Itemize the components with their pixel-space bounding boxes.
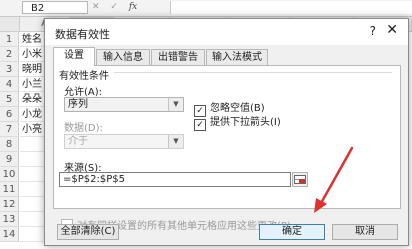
data-validation-dialog: 数据有效性 ? ✕ 设置 输入信息 出错警告 输入法模式 有效性条件 允许(A)… (44, 18, 409, 246)
row-header[interactable]: 3 (0, 62, 19, 77)
cell-a4[interactable]: 小兰 (20, 77, 44, 92)
dialog-title: 数据有效性 (55, 28, 110, 41)
row-header[interactable]: 12 (0, 197, 19, 212)
allow-label: 允许(A): (64, 87, 103, 98)
dialog-title-bar[interactable]: 数据有效性 ? ✕ (45, 19, 408, 45)
row-header[interactable]: 8 (0, 137, 19, 152)
cancel-button[interactable]: 取消 (332, 224, 398, 240)
tab-input-message[interactable]: 输入信息 (96, 49, 150, 65)
cancel-icon[interactable]: ✕ (92, 2, 100, 12)
cell-a14[interactable] (20, 227, 44, 242)
row-header[interactable]: 7 (0, 122, 19, 137)
cell-a7[interactable]: 小亮 (20, 122, 44, 137)
in-cell-dropdown-label: 提供下拉箭头(I) (210, 117, 281, 128)
in-cell-dropdown-option[interactable]: ✓ 提供下拉箭头(I) (194, 113, 281, 131)
row-header[interactable]: 9 (0, 152, 19, 167)
cell-a9[interactable] (20, 152, 44, 167)
in-cell-dropdown-checkbox[interactable]: ✓ (194, 119, 206, 131)
close-icon[interactable]: ✕ (386, 22, 398, 38)
row-header[interactable]: 1 (0, 32, 19, 47)
row-header[interactable]: 11 (0, 182, 19, 197)
data-select: 介于 ▼ (64, 134, 184, 149)
allow-select-value: 序列 (68, 99, 88, 110)
row-header[interactable]: 4 (0, 77, 19, 92)
cell-a2[interactable]: 小米 (20, 47, 44, 62)
row-header[interactable]: 13 (0, 212, 19, 227)
clear-all-button[interactable]: 全部清除(C) (57, 224, 119, 240)
cell-a6[interactable]: 小龙 (20, 107, 44, 122)
name-box[interactable]: B2 (22, 1, 88, 14)
help-icon[interactable]: ? (370, 24, 376, 38)
cell-a3[interactable]: 晓明 (20, 62, 44, 77)
cell-a10[interactable] (20, 167, 44, 182)
group-divider (114, 72, 392, 73)
range-select-icon (294, 175, 306, 184)
row-header[interactable]: 14 (0, 227, 19, 242)
allow-select[interactable]: 序列 ▼ (64, 97, 184, 112)
chevron-down-icon: ▼ (168, 135, 183, 148)
formula-input[interactable] (170, 1, 412, 14)
tab-ime-mode[interactable]: 输入法模式 (206, 49, 268, 65)
select-all-corner[interactable] (0, 17, 20, 31)
chevron-down-icon: ▼ (168, 98, 183, 111)
validation-criteria-label: 有效性条件 (59, 71, 109, 82)
cell-a8[interactable] (20, 137, 44, 152)
range-picker-button[interactable] (292, 172, 308, 187)
cell-a11[interactable] (20, 182, 44, 197)
cell-a5[interactable]: 朵朵 (20, 92, 44, 107)
cell-a12[interactable] (20, 197, 44, 212)
source-input[interactable]: =$P$2:$P$5 (59, 172, 291, 187)
row-header[interactable]: 10 (0, 167, 19, 182)
formula-actions: ✕ ✓ fx (92, 2, 145, 12)
tab-error-alert[interactable]: 出错警告 (151, 49, 205, 65)
row-header[interactable]: 6 (0, 107, 19, 122)
confirm-icon[interactable]: ✓ (110, 2, 118, 12)
ok-button[interactable]: 确定 (259, 224, 325, 240)
cell-a13[interactable] (20, 212, 44, 227)
data-label: 数据(D): (64, 123, 103, 134)
row-header[interactable]: 2 (0, 47, 19, 62)
formula-bar: B2 ✕ ✓ fx (0, 0, 412, 17)
row-header[interactable]: 5 (0, 92, 19, 107)
cell-a1[interactable]: 姓名 (20, 32, 44, 47)
settings-panel: 有效性条件 允许(A): 序列 ▼ ✓ 忽略空值(B) ✓ 提供下拉箭头(I) 数据… (53, 65, 401, 209)
tab-settings[interactable]: 设置 (53, 47, 95, 66)
data-select-value: 介于 (68, 136, 88, 147)
fx-icon[interactable]: fx (129, 2, 137, 12)
